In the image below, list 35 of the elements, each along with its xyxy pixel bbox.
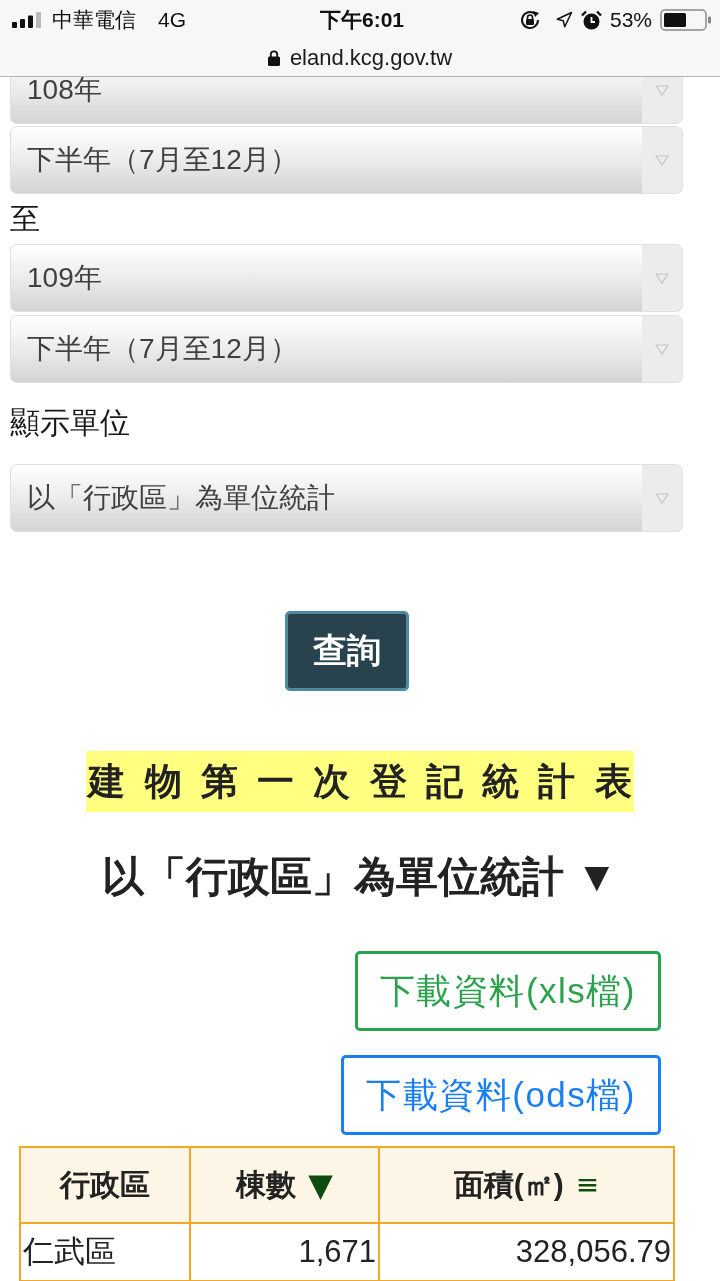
column-header-label[interactable]: 棟數	[236, 1164, 297, 1206]
lock-icon	[267, 50, 280, 66]
dropdown-caret-icon	[655, 492, 669, 504]
field-label: 至	[10, 202, 40, 235]
column-header-label[interactable]: 行政區	[60, 1164, 150, 1206]
rotation-lock-icon	[518, 9, 541, 31]
dropdown-caret-icon	[655, 154, 669, 166]
battery-icon	[660, 9, 712, 31]
location-arrow-icon	[554, 11, 573, 29]
select-field[interactable]: 下半年（7月至12月）	[10, 315, 683, 383]
table-cell: 仁武區	[20, 1223, 190, 1281]
report-title: 建 物 第 一 次 登 記 統 計 表	[86, 751, 634, 812]
column-header-label[interactable]: 面積(㎡)	[453, 1164, 564, 1206]
select-field[interactable]: 108年	[10, 77, 683, 124]
carrier-name: 中華電信	[52, 7, 136, 33]
download-button[interactable]: 下載資料(ods檔)	[341, 1055, 661, 1135]
alarm-clock-icon	[580, 9, 602, 31]
signal-icon	[12, 12, 44, 28]
sort-marker[interactable]: ≡	[575, 1171, 600, 1199]
field-label: 顯示單位	[10, 406, 130, 439]
select-field[interactable]: 109年	[10, 244, 683, 312]
select-field[interactable]: 下半年（7月至12月）	[10, 126, 683, 194]
address-url[interactable]: eland.kcg.gov.tw	[289, 45, 453, 71]
report-subtitle[interactable]: 以「行政區」為單位統計 ▼	[102, 852, 618, 902]
sort-marker[interactable]: ▼	[308, 1169, 333, 1201]
query-button[interactable]: 查詢	[284, 611, 409, 691]
status-time: 下午6:01	[320, 7, 404, 33]
table-cell: 1,671	[190, 1223, 379, 1281]
table-cell: 328,056.79	[379, 1223, 674, 1281]
dropdown-caret-icon	[655, 84, 669, 96]
network-type: 4G	[158, 7, 186, 33]
battery-percent: 53%	[609, 7, 652, 33]
select-field[interactable]: 以「行政區」為單位統計	[10, 464, 683, 532]
dropdown-caret-icon	[655, 343, 669, 355]
dropdown-caret-icon	[655, 272, 669, 284]
